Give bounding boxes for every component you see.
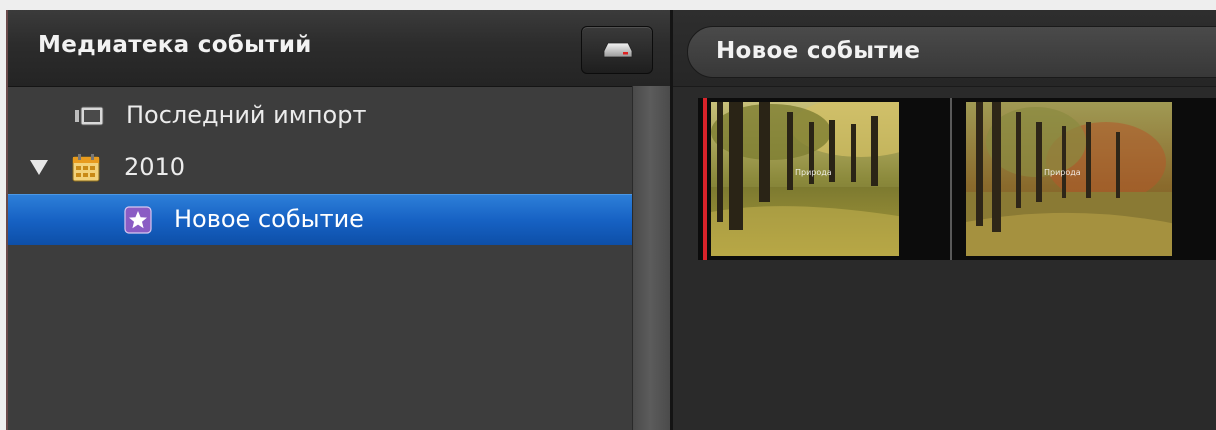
tree-item-label: Последний импорт (126, 101, 367, 129)
forest-thumbnail-image (966, 102, 1186, 256)
library-scrollbar[interactable] (632, 86, 671, 430)
forest-thumbnail-image (711, 102, 923, 256)
tree-item-last-import[interactable]: Последний импорт (8, 90, 632, 142)
event-library-panel: Медиатека событий Последний импорт 2010 … (8, 10, 671, 430)
tree-item-label: 2010 (124, 153, 186, 181)
frame-separator (950, 98, 952, 260)
drive-eject-icon (603, 42, 633, 58)
tree-item-label: Новое событие (174, 205, 364, 233)
clip-caption: Природа (795, 168, 832, 177)
event-title: Новое событие (716, 38, 921, 64)
playhead[interactable] (703, 98, 707, 260)
tree-item-2010[interactable]: 2010 (8, 142, 632, 194)
clip-filmstrip[interactable]: Природа Природа (698, 98, 1216, 260)
event-browser-header: Новое событие (673, 10, 1216, 87)
last-import-icon (75, 106, 104, 126)
imovie-window: Медиатека событий Последний импорт 2010 … (6, 10, 1216, 430)
disclosure-triangle-icon[interactable] (30, 160, 48, 175)
clip-thumbnail[interactable]: Природа (966, 102, 1186, 256)
star-event-icon (124, 206, 152, 234)
event-library-title: Медиатека событий (38, 32, 312, 58)
clip-caption: Природа (1044, 168, 1081, 177)
eject-drive-button[interactable] (581, 26, 653, 74)
event-title-bar: Новое событие (687, 26, 1216, 78)
clip-thumbnail[interactable]: Природа (711, 102, 923, 256)
tree-item-new-event[interactable]: Новое событие (8, 194, 632, 245)
event-browser-panel: Новое событие Природа Природа (673, 10, 1216, 430)
calendar-icon (72, 154, 100, 182)
event-library-header: Медиатека событий (8, 10, 670, 87)
